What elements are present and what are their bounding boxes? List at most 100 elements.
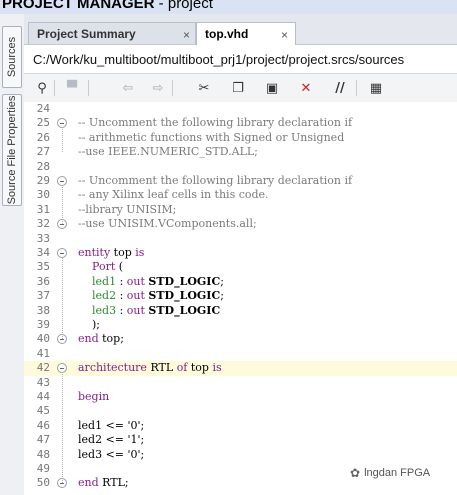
line-number: 38: [36, 303, 50, 317]
line-number: 26: [36, 130, 50, 144]
code-text: -- any Xilinx leaf cells in this code.: [78, 188, 269, 202]
code-text: --library UNISIM;: [78, 202, 177, 216]
toolbar-separator: [172, 80, 173, 96]
code-line[interactable]: 48 led3 <= '0';: [24, 448, 457, 462]
code-line[interactable]: 31 --library UNISIM;: [24, 203, 457, 217]
line-number: 36: [36, 274, 50, 288]
line-number: 45: [36, 404, 50, 418]
code-line[interactable]: 45: [24, 404, 457, 418]
line-number: 31: [36, 202, 50, 216]
code-text: led1 <= '0';: [78, 418, 145, 432]
code-text: );: [78, 318, 100, 331]
editor-tab-bar: Project Summary × top.vhd ×: [24, 14, 457, 45]
save-button[interactable]: ▀: [60, 76, 84, 100]
code-text: architecture RTL of top is: [78, 361, 222, 375]
redo-button[interactable]: ⇨: [146, 76, 170, 100]
code-line[interactable]: 43: [24, 376, 457, 390]
undo-icon: ⇦: [122, 80, 134, 96]
cut-button[interactable]: ✂: [192, 76, 216, 100]
left-tab-strip: Sources Source File Properties: [0, 14, 25, 495]
code-text: led2 : out STD_LOGIC;: [92, 289, 224, 303]
line-number: 37: [36, 289, 50, 303]
line-number: 44: [36, 390, 50, 403]
code-line[interactable]: 29 -- Uncomment the following library dec…: [24, 174, 457, 188]
code-text: led3 : out STD_LOGIC: [92, 303, 221, 317]
toolbar-separator: [88, 80, 89, 96]
line-number: 32: [36, 217, 50, 231]
close-icon[interactable]: ×: [183, 28, 190, 42]
delete-icon: ✕: [300, 80, 312, 96]
file-path-bar: C:/Work/ku_multiboot/multiboot_prj1/proj…: [24, 45, 457, 74]
columns-button[interactable]: ▦: [364, 76, 388, 100]
code-text: -- arithmetic functions with Signed or U…: [78, 130, 345, 144]
watermark-text: lngdan FPGA: [364, 467, 431, 479]
copy-button[interactable]: ❐: [226, 76, 250, 100]
code-text: --use UNISIM.VComponents.all;: [78, 217, 257, 231]
search-icon: ⚲: [37, 80, 47, 96]
line-number: 40: [36, 332, 50, 346]
code-line[interactable]: 38 led3 : out STD_LOGIC: [24, 304, 457, 318]
code-text: led2 <= '1';: [78, 433, 145, 447]
line-number: 49: [36, 462, 50, 475]
editor-toolbar: ⚲ ▀ ⇦ ⇨ ✂ ❐ ▣ ✕ // ▦: [24, 74, 457, 103]
redo-icon: ⇨: [152, 80, 164, 96]
code-line[interactable]: 46 led1 <= '0';: [24, 419, 457, 433]
code-line[interactable]: 35 Port (: [24, 260, 457, 274]
save-icon: ▀: [67, 80, 77, 96]
code-editor[interactable]: 24 25 -- Uncomment the following library d…: [24, 102, 457, 495]
code-line[interactable]: 37 led2 : out STD_LOGIC;: [24, 289, 457, 303]
toolbar-separator: [54, 80, 55, 96]
code-line[interactable]: 34 entity top is: [24, 246, 457, 260]
line-number: 35: [36, 260, 50, 274]
delete-button[interactable]: ✕: [294, 76, 318, 100]
cut-icon: ✂: [198, 80, 210, 96]
line-number: 42: [36, 361, 50, 375]
tab-top-vhd[interactable]: top.vhd ×: [196, 22, 296, 45]
code-text: led1 : out STD_LOGIC;: [92, 274, 224, 288]
line-number: 30: [36, 188, 50, 202]
code-line[interactable]: 36 led1 : out STD_LOGIC;: [24, 275, 457, 289]
watermark: ✿ lngdan FPGA: [350, 466, 430, 480]
code-line[interactable]: 42 architecture RTL of top is: [24, 361, 457, 376]
code-line[interactable]: 44 begin: [24, 390, 457, 404]
code-text: --use IEEE.NUMERIC_STD.ALL;: [78, 145, 258, 159]
code-line[interactable]: 24: [24, 102, 457, 116]
code-text: -- Uncomment the following library decla…: [78, 174, 353, 187]
columns-icon: ▦: [369, 80, 383, 96]
code-line[interactable]: 28: [24, 160, 457, 174]
tab-label: top.vhd: [205, 27, 249, 41]
side-tab-source-file-properties[interactable]: Source File Properties: [2, 94, 22, 206]
file-path: C:/Work/ku_multiboot/multiboot_prj1/proj…: [33, 52, 405, 67]
code-line[interactable]: 32 --use UNISIM.VComponents.all;: [24, 217, 457, 231]
search-button[interactable]: ⚲: [30, 76, 54, 100]
close-icon[interactable]: ×: [281, 28, 288, 42]
undo-button[interactable]: ⇦: [116, 76, 140, 100]
code-line[interactable]: 30 -- any Xilinx leaf cells in this code.: [24, 188, 457, 202]
side-tab-sources[interactable]: Sources: [2, 26, 22, 88]
comment-button[interactable]: //: [328, 76, 352, 100]
paste-button[interactable]: ▣: [260, 76, 284, 100]
line-number: 29: [36, 174, 50, 187]
code-line[interactable]: 39 );: [24, 318, 457, 332]
window-title: PROJECT MANAGER - project: [2, 0, 213, 12]
line-number: 48: [36, 447, 50, 461]
code-line[interactable]: 47 led2 <= '1';: [24, 433, 457, 447]
line-number: 46: [36, 418, 50, 432]
code-text: end RTL;: [78, 476, 129, 490]
code-line[interactable]: 41: [24, 347, 457, 361]
code-text: begin: [78, 390, 110, 403]
code-line[interactable]: 25 -- Uncomment the following library dec…: [24, 116, 457, 130]
tab-project-summary[interactable]: Project Summary ×: [28, 22, 196, 44]
fold-guide: [62, 127, 63, 153]
code-line[interactable]: 33: [24, 232, 457, 246]
code-line[interactable]: 40 end top;: [24, 332, 457, 346]
line-number: 33: [36, 231, 50, 245]
code-text: entity top is: [78, 246, 145, 259]
copy-icon: ❐: [232, 80, 244, 96]
code-line[interactable]: 26 -- arithmetic functions with Signed or…: [24, 131, 457, 145]
line-number: 39: [36, 318, 50, 331]
paste-icon: ▣: [265, 80, 279, 96]
code-text: Port (: [92, 260, 124, 274]
code-text: -- Uncomment the following library decla…: [78, 116, 353, 130]
code-line[interactable]: 27 --use IEEE.NUMERIC_STD.ALL;: [24, 145, 457, 159]
